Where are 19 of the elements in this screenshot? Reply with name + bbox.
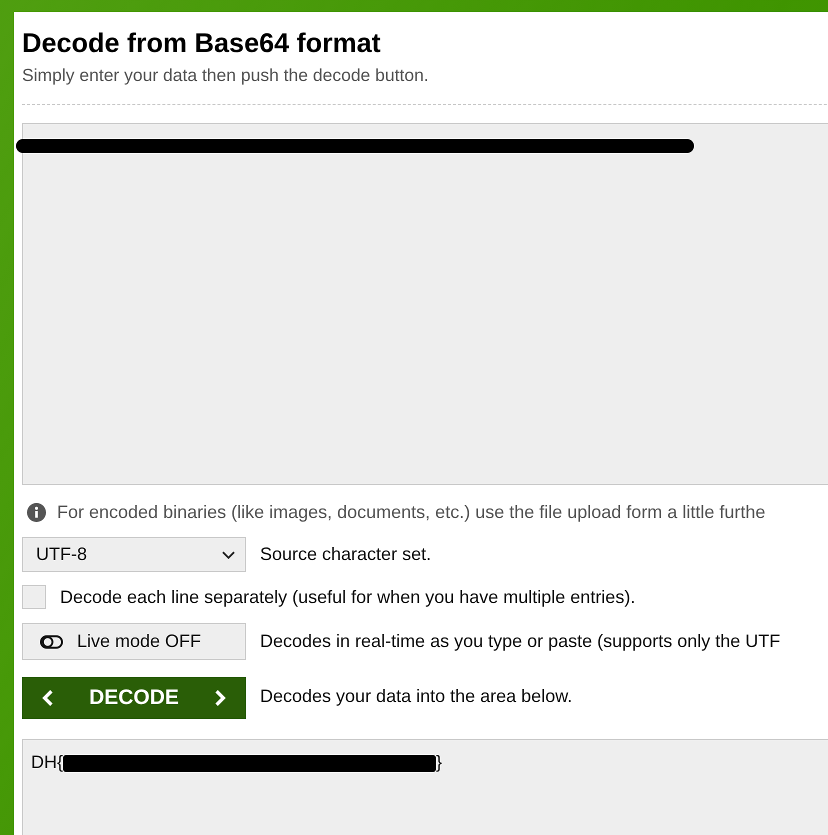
checkbox[interactable]	[22, 585, 46, 609]
chevron-left-icon	[42, 689, 54, 707]
decode-description: Decodes your data into the area below.	[260, 686, 572, 707]
charset-label: Source character set.	[260, 544, 432, 565]
checkbox-label: Decode each line separately (useful for when you have multiple entries).	[60, 586, 636, 608]
chevron-right-icon	[214, 689, 226, 707]
info-icon	[27, 503, 46, 522]
page-subtitle: Simply enter your data then push the decode button.	[22, 64, 430, 86]
live-mode-button[interactable]: Live mode OFF	[22, 623, 246, 660]
charset-dropdown[interactable]: UTF-8	[22, 537, 246, 572]
caret-icon	[222, 550, 235, 558]
output-text: }	[436, 752, 442, 773]
info-text: For encoded binaries (like images, documents, etc.) use the file upload form a little furthe	[57, 502, 766, 523]
live-mode-description: Decodes in real-time as you type or paste (supports only the UTF	[260, 631, 780, 652]
decode-button[interactable]: DECODE	[22, 677, 246, 719]
page-title: Decode from Base64 format	[22, 27, 382, 60]
output-text: DH{	[31, 752, 64, 773]
output-field[interactable]: DH{ }	[22, 739, 828, 835]
input-field[interactable]	[22, 123, 828, 485]
